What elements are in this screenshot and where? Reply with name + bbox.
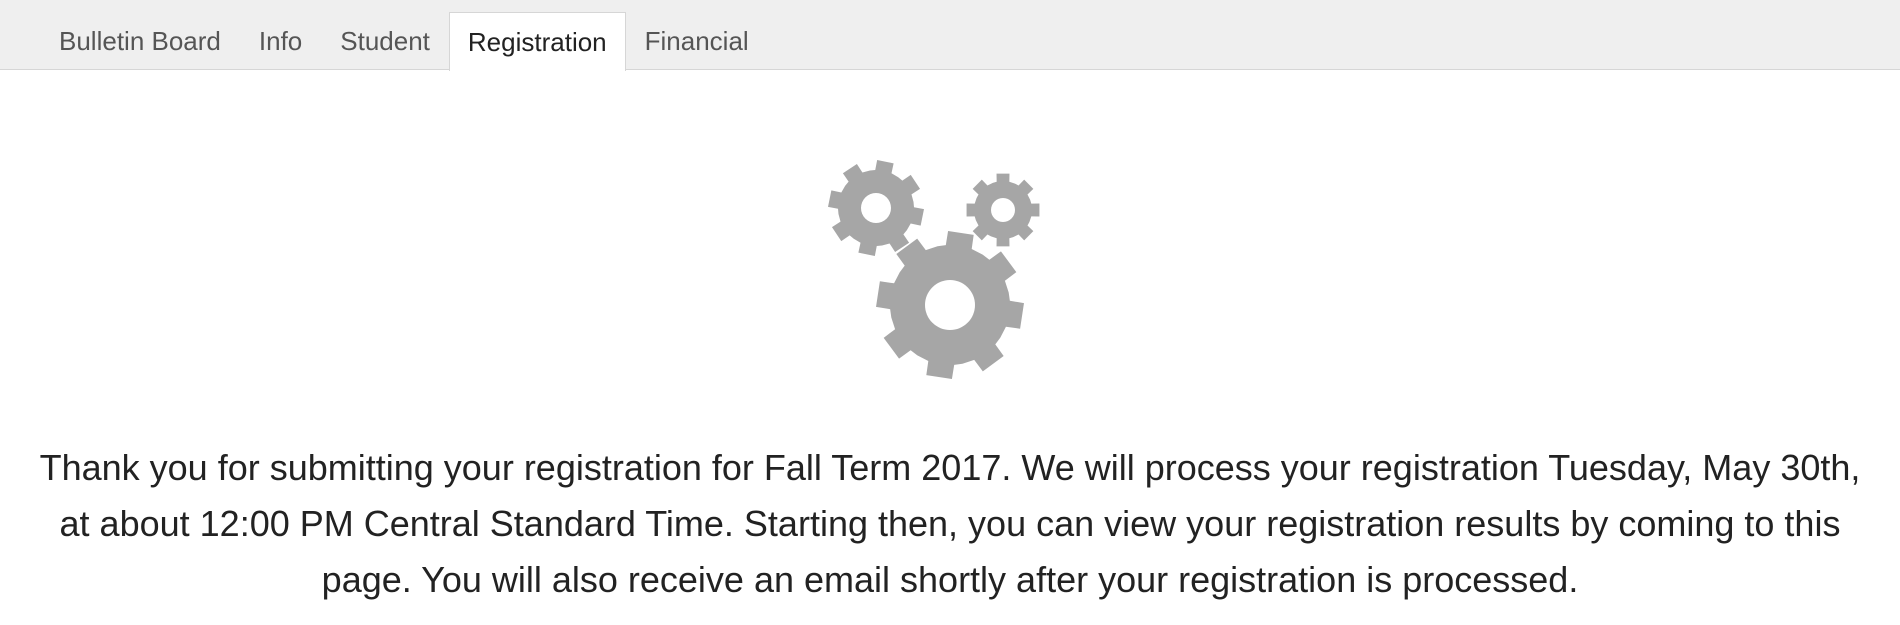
tab-list: Bulletin Board Info Student Registration…	[40, 12, 768, 71]
tab-info[interactable]: Info	[240, 12, 321, 70]
tab-financial[interactable]: Financial	[626, 12, 768, 70]
registration-confirmation-message: Thank you for submitting your registrati…	[39, 447, 1861, 600]
tab-bar: Bulletin Board Info Student Registration…	[0, 0, 1900, 71]
tab-student[interactable]: Student	[321, 12, 449, 70]
gear-large-icon	[876, 231, 1024, 379]
gears-icon	[828, 160, 1040, 379]
tab-bulletin-board[interactable]: Bulletin Board	[40, 12, 240, 70]
tab-registration[interactable]: Registration	[448, 12, 626, 71]
gear-small-right-icon	[966, 173, 1040, 247]
gear-small-left-icon	[828, 160, 924, 256]
